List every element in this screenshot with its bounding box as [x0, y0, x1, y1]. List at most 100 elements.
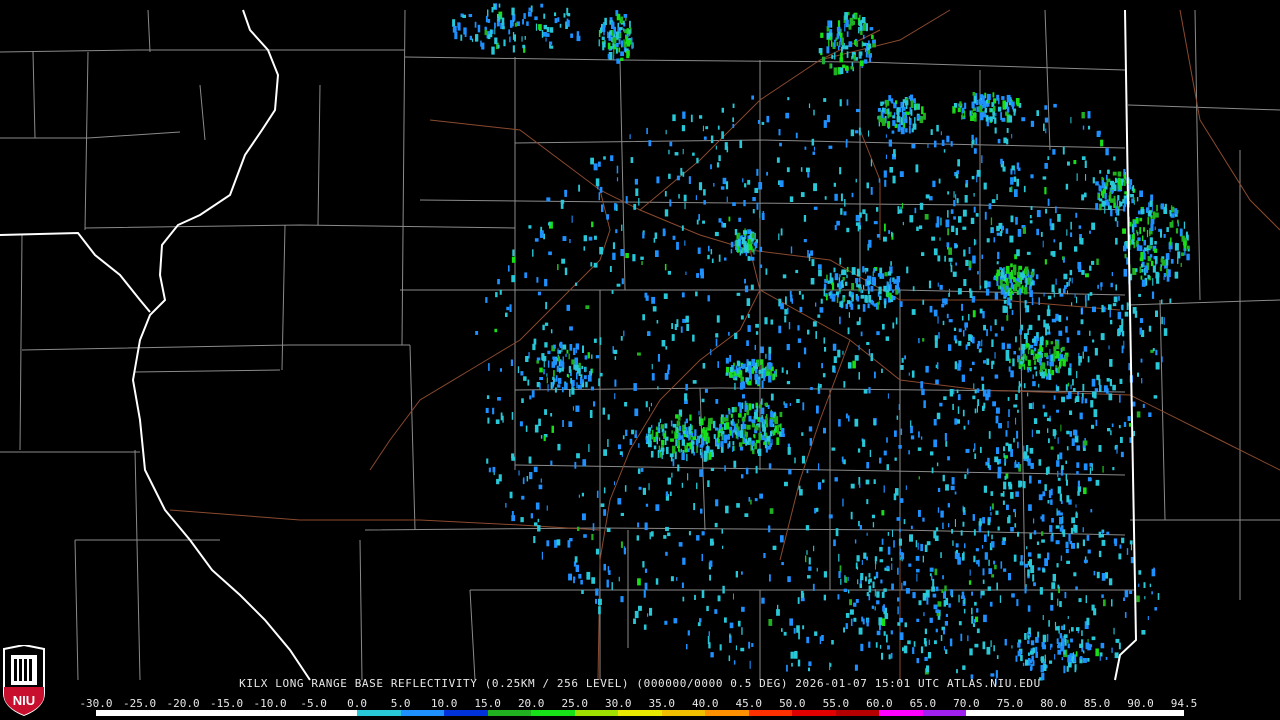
echo-pixel	[925, 194, 930, 199]
color-scale-segment	[444, 710, 489, 716]
echo-pixel	[1075, 504, 1077, 508]
echo-pixel	[766, 171, 768, 176]
echo-pixel	[722, 545, 724, 549]
echo-pixel	[637, 522, 640, 528]
echo-pixel	[1147, 274, 1150, 279]
echo-pixel	[708, 436, 710, 444]
echo-pixel	[858, 27, 860, 34]
echo-pixel	[877, 108, 881, 112]
echo-pixel	[1061, 657, 1063, 661]
echo-pixel	[1123, 205, 1126, 212]
echo-pixel	[1184, 248, 1186, 256]
echo-pixel	[1082, 527, 1084, 533]
echo-pixel	[819, 384, 822, 388]
echo-pixel	[1017, 531, 1020, 537]
echo-pixel	[1057, 598, 1059, 606]
echo-pixel	[521, 398, 524, 403]
echo-pixel	[1140, 275, 1143, 280]
echo-pixel	[729, 355, 732, 362]
echo-pixel	[1044, 352, 1048, 358]
echo-pixel	[696, 219, 699, 225]
echo-pixel	[742, 364, 745, 370]
echo-pixel	[866, 592, 869, 597]
echo-pixel	[1119, 394, 1121, 403]
echo-pixel	[885, 134, 887, 138]
echo-pixel	[868, 239, 872, 248]
echo-pixel	[454, 31, 458, 40]
echo-pixel	[878, 178, 881, 183]
echo-pixel	[1132, 307, 1137, 314]
echo-pixel	[837, 349, 841, 358]
echo-pixel	[645, 295, 649, 301]
echo-pixel	[1027, 640, 1030, 644]
echo-pixel	[763, 429, 766, 437]
echo-pixel	[1079, 412, 1083, 420]
echo-pixel	[1137, 231, 1139, 236]
echo-pixel	[511, 456, 516, 461]
echo-pixel	[680, 167, 683, 176]
echo-pixel	[907, 640, 911, 645]
echo-pixel	[1108, 345, 1110, 350]
echo-pixel	[942, 320, 945, 326]
echo-pixel	[858, 278, 861, 282]
echo-pixel	[953, 103, 958, 108]
echo-pixel	[1015, 655, 1018, 662]
echo-pixel	[564, 189, 568, 194]
echo-pixel	[967, 420, 970, 425]
echo-pixel	[996, 194, 998, 200]
echo-pixel	[884, 613, 889, 620]
echo-pixel	[957, 107, 961, 113]
echo-pixel	[747, 325, 751, 332]
echo-pixel	[699, 618, 702, 623]
echo-pixel	[931, 586, 936, 592]
echo-pixel	[1169, 298, 1172, 303]
echo-pixel	[808, 661, 812, 667]
echo-pixel	[701, 398, 705, 403]
echo-pixel	[571, 387, 575, 395]
echo-pixel	[844, 281, 848, 286]
echo-pixel	[672, 114, 676, 122]
echo-pixel	[967, 341, 971, 346]
echo-pixel	[804, 146, 807, 150]
echo-pixel	[1047, 198, 1050, 206]
echo-pixel	[714, 231, 719, 237]
echo-pixel	[1068, 533, 1071, 542]
echo-pixel	[933, 419, 937, 426]
echo-pixel	[776, 609, 780, 616]
echo-pixel	[973, 383, 975, 389]
echo-pixel	[1156, 204, 1158, 212]
echo-pixel	[549, 41, 553, 45]
echo-pixel	[846, 227, 850, 233]
echo-pixel	[710, 538, 714, 546]
echo-pixel	[816, 507, 819, 512]
echo-pixel	[872, 522, 875, 528]
echo-pixel	[1060, 424, 1062, 432]
echo-pixel	[888, 230, 891, 234]
echo-pixel	[667, 371, 669, 379]
echo-pixel	[1140, 358, 1143, 363]
echo-pixel	[757, 448, 762, 456]
echo-pixel	[1163, 317, 1165, 325]
echo-pixel	[670, 420, 673, 427]
echo-pixel	[1047, 428, 1049, 433]
echo-pixel	[806, 550, 808, 555]
color-scale-segment	[139, 710, 184, 716]
echo-pixel	[823, 337, 826, 344]
echo-pixel	[1130, 543, 1132, 551]
echo-pixel	[1033, 366, 1037, 370]
echo-pixel	[1023, 364, 1026, 369]
echo-pixel	[911, 309, 916, 315]
echo-pixel	[1139, 318, 1144, 323]
echo-pixel	[1105, 656, 1108, 660]
echo-pixel	[508, 29, 511, 35]
echo-pixel	[603, 156, 606, 160]
echo-pixel	[1069, 363, 1072, 368]
echo-pixel	[690, 114, 693, 123]
echo-pixel	[603, 449, 607, 456]
echo-pixel	[1057, 437, 1059, 444]
echo-pixel	[543, 435, 546, 442]
echo-pixel	[843, 588, 847, 592]
echo-pixel	[994, 374, 999, 379]
echo-pixel	[552, 344, 556, 349]
echo-pixel	[1139, 257, 1144, 262]
